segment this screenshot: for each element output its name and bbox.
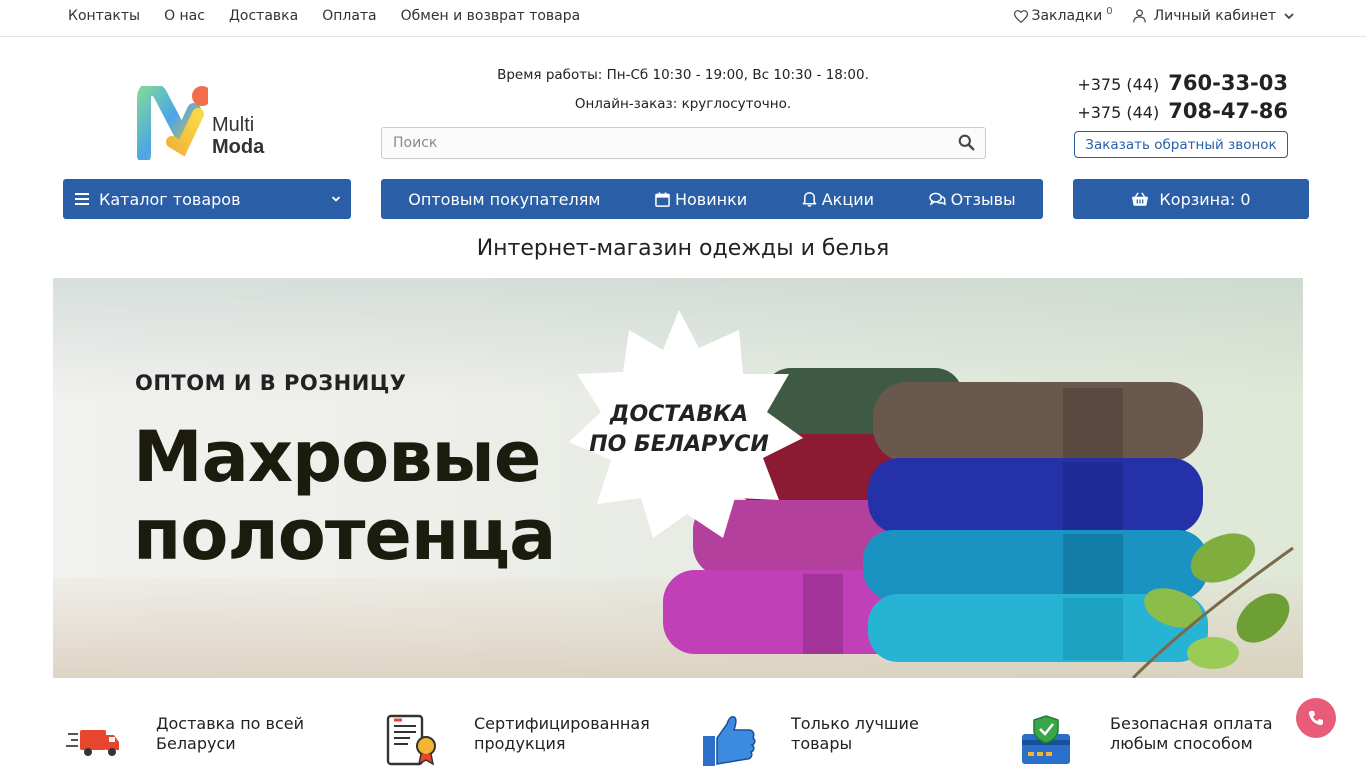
plant-leaves-decoration	[1131, 533, 1294, 678]
nav-reviews-label: Отзывы	[950, 189, 1016, 209]
user-icon	[1132, 9, 1146, 23]
delivery-truck-icon	[66, 730, 119, 756]
feature-certified-line-2: продукция	[474, 734, 566, 753]
multimoda-logo-mark	[137, 81, 212, 163]
phone-2-prefix: +375 (44)	[1077, 103, 1160, 122]
nav-wholesale[interactable]: Оптовым покупателям	[408, 190, 600, 209]
feature-secure-payment-text: Безопасная оплата любым способом	[1110, 714, 1310, 754]
nav-new-arrivals-label: Новинки	[674, 189, 748, 209]
nav-reviews[interactable]: Отзывы	[928, 189, 1016, 209]
bookmarks-count: 0	[1106, 5, 1113, 17]
nav-wholesale-label: Оптовым покупателям	[408, 189, 601, 209]
phone-1-number: 760-33-03	[1168, 71, 1288, 95]
feature-best-products-text: Только лучшие товары	[791, 714, 991, 754]
heart-icon	[1013, 9, 1028, 23]
phone-1[interactable]: +375 (44) 760-33-03	[1077, 70, 1288, 98]
online-order-hours: Онлайн-заказ: круглосуточно.	[574, 96, 792, 112]
certificate-icon	[386, 714, 436, 766]
search-input[interactable]	[382, 128, 942, 158]
phone-1-prefix: +375 (44)	[1077, 75, 1160, 94]
feature-certified-line-1: Сертифицированная	[474, 714, 650, 733]
thumbs-up-icon	[703, 716, 756, 766]
starburst-line-2: ПО БЕЛАРУСИ	[589, 432, 769, 457]
site-logo[interactable]: Multi Moda	[136, 81, 286, 163]
account-label: Личный кабинет	[1153, 8, 1276, 24]
feature-delivery-line-1: Доставка по всей	[156, 714, 304, 733]
phone-icon	[1308, 711, 1323, 726]
delivery-starburst-text: ДОСТАВКА ПО БЕЛАРУСИ	[553, 400, 805, 460]
top-nav-contacts[interactable]: Контакты	[68, 8, 140, 24]
top-nav-returns[interactable]: Обмен и возврат товара	[401, 8, 581, 24]
bookmarks-label: Закладки	[1031, 8, 1103, 24]
page-subtitle: Интернет-магазин одежды и белья	[476, 236, 890, 261]
working-hours: Время работы: Пн-Сб 10:30 - 19:00, Вс 10…	[497, 67, 869, 83]
phone-2[interactable]: +375 (44) 708-47-86	[1077, 98, 1288, 126]
top-nav-about[interactable]: О нас	[164, 8, 205, 24]
feature-best-products: Только лучшие товары	[701, 712, 919, 768]
feature-delivery-text: Доставка по всей Беларуси	[156, 714, 356, 754]
banner-headline-line-1: Махровые	[133, 416, 541, 498]
top-nav-delivery[interactable]: Доставка	[229, 8, 298, 24]
nav-promotions-label: Акции	[821, 189, 874, 209]
promo-banner[interactable]: ДОСТАВКА ПО БЕЛАРУСИ ОПТОМ И В РОЗНИЦУ М…	[53, 278, 1303, 678]
bell-icon	[802, 192, 817, 207]
cart-button[interactable]: Корзина: 0	[1073, 179, 1309, 219]
feature-delivery: Доставка по всей Беларуси	[66, 712, 304, 768]
starburst-line-1: ДОСТАВКА	[609, 402, 749, 427]
feature-secure-payment: Безопасная оплата любым способом	[1020, 712, 1273, 768]
logo-word-moda: Moda	[212, 136, 265, 158]
search-box	[381, 127, 986, 159]
top-nav-payment[interactable]: Оплата	[322, 8, 376, 24]
banner-headline: Махровые полотенца	[133, 416, 556, 576]
feature-best-products-line-1: Только лучшие	[791, 714, 919, 733]
feature-best-products-line-2: товары	[791, 734, 853, 753]
top-bar: Контакты О нас Доставка Оплата Обмен и в…	[0, 0, 1366, 37]
account-link[interactable]: Личный кабинет	[1132, 8, 1294, 24]
feature-secure-payment-line-1: Безопасная оплата	[1110, 714, 1273, 733]
banner-tagline: ОПТОМ И В РОЗНИЦУ	[135, 371, 407, 395]
feature-delivery-line-2: Беларуси	[156, 734, 236, 753]
calendar-icon	[655, 191, 670, 207]
comments-icon	[928, 192, 946, 206]
basket-icon	[1132, 191, 1149, 206]
catalog-label: Каталог товаров	[99, 189, 241, 209]
logo-word-multi: Multi	[212, 114, 255, 136]
logo-wordmark: Multi Moda	[212, 114, 264, 158]
feature-certified-text: Сертифицированная продукция	[474, 714, 674, 754]
secure-card-icon	[1022, 715, 1070, 764]
nav-new-arrivals[interactable]: Новинки	[655, 190, 747, 209]
callback-button[interactable]: Заказать обратный звонок	[1074, 131, 1288, 158]
chevron-down-icon	[1284, 13, 1294, 20]
top-right-links: Закладки 0 Личный кабинет	[1013, 5, 1295, 24]
nav-promotions[interactable]: Акции	[802, 190, 874, 209]
bookmarks-link[interactable]: Закладки 0	[1013, 5, 1113, 24]
phone-numbers: +375 (44) 760-33-03 +375 (44) 708-47-86	[1077, 70, 1288, 126]
chevron-down-icon	[331, 196, 341, 202]
search-icon[interactable]	[958, 134, 975, 151]
phone-2-number: 708-47-86	[1168, 99, 1288, 123]
floating-call-button[interactable]	[1296, 698, 1336, 738]
top-nav: Контакты О нас Доставка Оплата Обмен и в…	[68, 8, 580, 24]
cart-label: Корзина: 0	[1159, 189, 1251, 209]
feature-secure-payment-line-2: любым способом	[1110, 734, 1253, 753]
banner-headline-line-2: полотенца	[133, 494, 556, 576]
main-nav: Оптовым покупателям Новинки Акции Отзывы	[381, 179, 1043, 219]
hamburger-icon	[75, 193, 89, 205]
feature-certified: Сертифицированная продукция	[384, 712, 650, 768]
catalog-button[interactable]: Каталог товаров	[63, 179, 351, 219]
